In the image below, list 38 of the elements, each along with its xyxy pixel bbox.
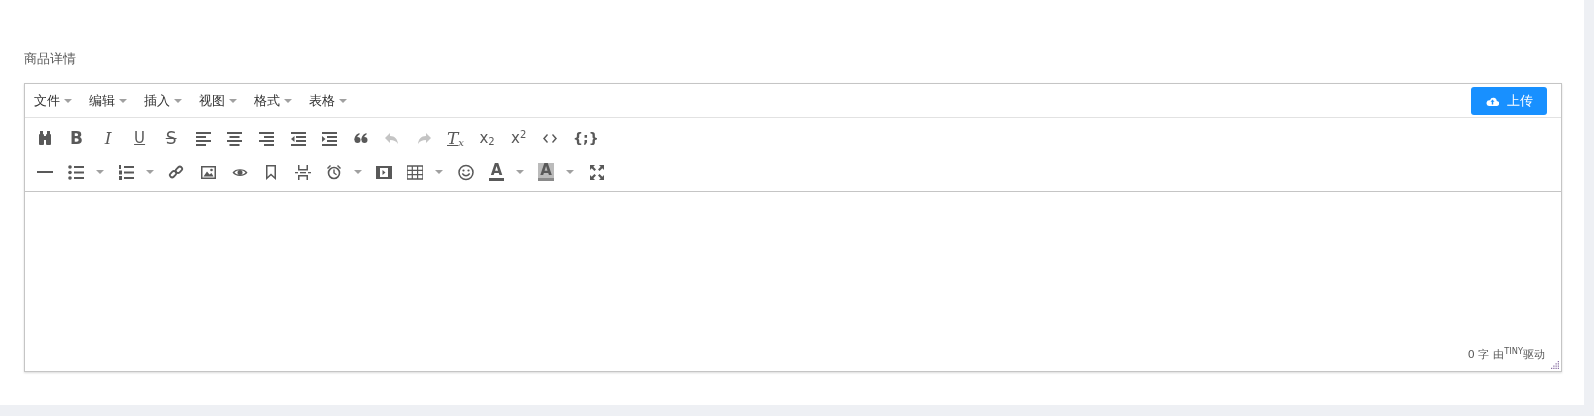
smiley-icon (457, 163, 474, 181)
page-break-icon (294, 163, 311, 181)
indent-icon (321, 129, 338, 147)
table-icon (407, 163, 424, 181)
resize-handle-icon[interactable] (1550, 360, 1560, 370)
align-right-icon (257, 129, 274, 147)
code-sample-button[interactable]: {;} (566, 124, 606, 152)
film-icon (376, 163, 393, 181)
field-label: 商品详情 (24, 50, 77, 68)
subscript-button[interactable]: x$_{2}$ (471, 124, 503, 152)
background-color-button[interactable]: A (531, 158, 581, 186)
cloud-upload-icon (1485, 95, 1499, 106)
link-icon (168, 163, 185, 181)
bold-button[interactable]: B (60, 124, 93, 152)
underline-button[interactable]: U (123, 124, 156, 152)
italic-button[interactable]: I (92, 124, 124, 152)
word-count: 0 字 (1467, 346, 1490, 363)
outdent-icon (289, 129, 306, 147)
powered-by-text: 由$^{TINY}$驱动 (1493, 346, 1545, 363)
superscript-button[interactable]: x$^{2}$ (502, 124, 535, 152)
menu-item[interactable]: 插入 (139, 88, 190, 113)
clear-format-button[interactable]: T$_{x}$ (439, 124, 472, 152)
binoculars-icon (36, 129, 53, 147)
menu-item[interactable]: 文件 (29, 88, 80, 113)
align-center-icon (226, 129, 243, 147)
numbered-list-icon (117, 163, 134, 181)
menu-item[interactable]: 编辑 (84, 88, 135, 113)
align-left-icon (194, 129, 211, 147)
bullet-list-icon (67, 163, 84, 181)
text-color-button[interactable]: A (481, 158, 532, 186)
menu-item[interactable]: 表格 (304, 88, 355, 113)
menu-item[interactable]: 视图 (194, 88, 245, 113)
fullscreen-icon (588, 163, 605, 181)
horizontal-rule-icon (36, 171, 53, 173)
strikethrough-button[interactable]: S (155, 124, 187, 152)
image-icon (200, 163, 216, 181)
menu-item[interactable]: 格式 (249, 88, 300, 113)
alarm-clock-icon (325, 163, 342, 181)
